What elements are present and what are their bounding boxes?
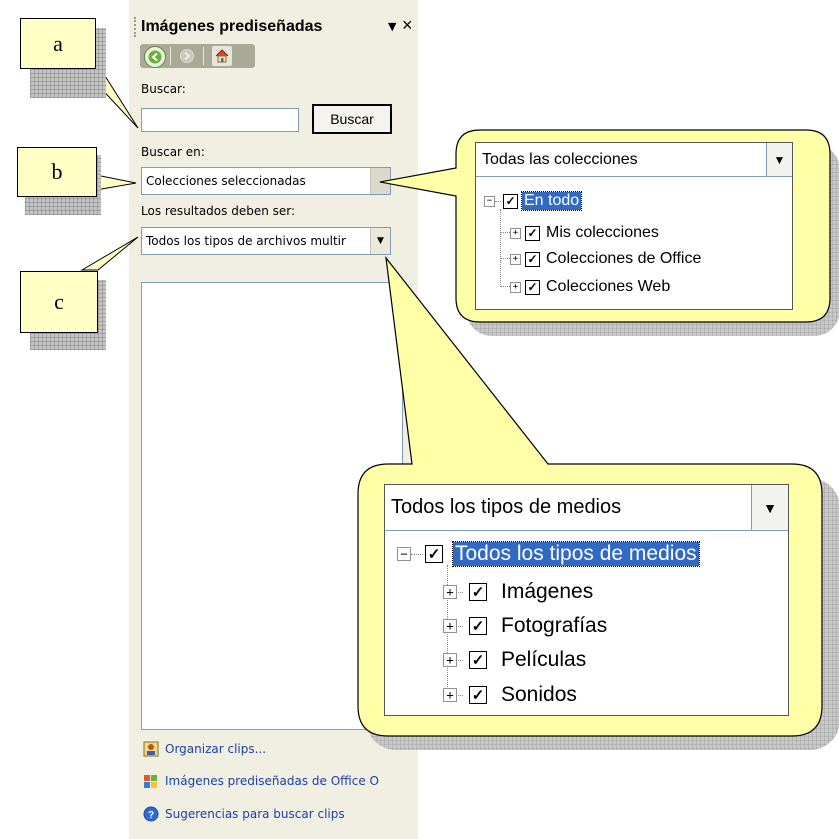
tree-item-label: Películas [501,648,587,671]
expand-icon[interactable]: + [443,688,457,702]
media-types-dropdown[interactable]: Todos los tipos de medios ▼ [385,485,788,531]
tree-item-label: Sonidos [501,683,577,706]
expand-icon[interactable]: + [443,585,457,599]
media-types-panel: Todos los tipos de medios ▼ − ✓ Todos lo… [384,484,789,716]
checkbox-icon[interactable]: ✓ [469,686,487,704]
chevron-down-icon[interactable]: ▼ [751,485,788,530]
tree-item-label: Imágenes [501,580,594,603]
tree-item-all-media[interactable]: − ✓ Todos los tipos de medios [397,541,700,567]
collapse-icon[interactable]: − [397,547,411,561]
media-types-selected: Todos los tipos de medios [391,496,622,518]
expand-icon[interactable]: + [443,619,457,633]
checkbox-icon[interactable]: ✓ [425,545,443,563]
expand-icon[interactable]: + [443,653,457,667]
checkbox-icon[interactable]: ✓ [469,617,487,635]
tree-item-sounds[interactable]: + ✓ Sonidos [443,682,577,708]
tree-item-movies[interactable]: + ✓ Películas [443,647,586,673]
checkbox-icon[interactable]: ✓ [469,583,487,601]
tree-item-label: Fotografías [501,614,608,637]
tree-item-label: Todos los tipos de medios [452,541,700,567]
checkbox-icon[interactable]: ✓ [469,651,487,669]
tree-item-photos[interactable]: + ✓ Fotografías [443,613,607,639]
tree-item-images[interactable]: + ✓ Imágenes [443,579,593,605]
